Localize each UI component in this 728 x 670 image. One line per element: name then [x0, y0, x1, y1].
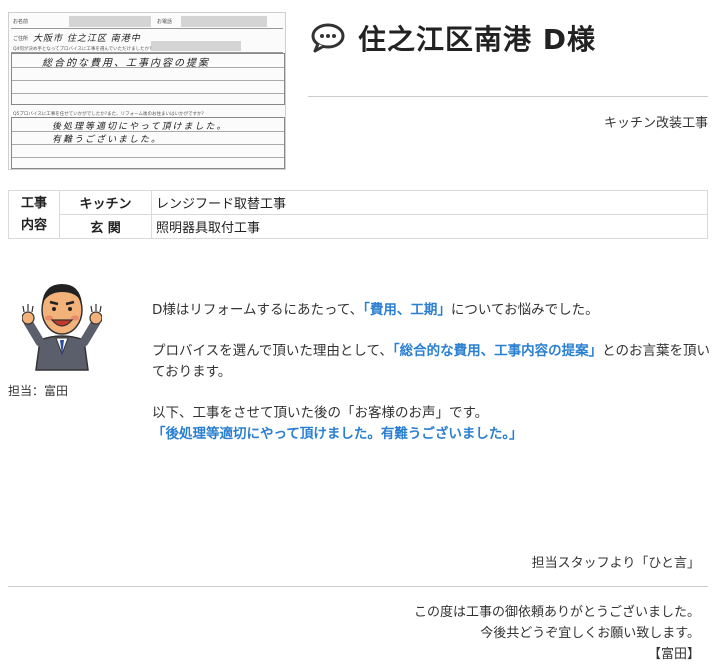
- redacted-name: [69, 16, 151, 27]
- survey-answer-1: 総合的な費用、工事内容の提案: [42, 58, 210, 69]
- work-area-cell: キッチン: [59, 190, 152, 215]
- page-title-area: 住之江区南港 D様: [310, 18, 596, 58]
- survey-answer-2-box: 後処理等適切にやって頂けました。 有難うございました。: [11, 117, 285, 169]
- speech-bubble-icon: [311, 23, 345, 53]
- survey-answer-2-line1: 後処理等適切にやって頂けました。: [52, 122, 228, 132]
- message-paragraph-2: プロバイスを選んで頂いた理由として、「総合的な費用、工事内容の提案」とのお言葉を…: [152, 341, 710, 383]
- survey-answer-1-box: 総合的な費用、工事内容の提案: [11, 53, 285, 105]
- survey-address-value: 大阪市 住之江区 南港中: [33, 34, 141, 44]
- message-highlight: 「後処理等適切にやって頂けました。有難うございました。」: [152, 426, 523, 442]
- message-paragraph-1: D様はリフォームするにあたって、「費用、工期」についてお悩みでした。: [152, 300, 710, 321]
- survey-name-label: お名前: [13, 19, 29, 25]
- staff-avatar: [22, 284, 102, 371]
- message-highlight: 「総合的な費用、工事内容の提案」: [392, 343, 603, 359]
- work-description-cell: 照明器具取付工事: [151, 214, 708, 239]
- header-line-1: 工事: [20, 195, 47, 211]
- footer-divider: [8, 586, 708, 587]
- work-content-table: 工事 内容 キッチン レンジフード取替工事 玄 関 照明器具取付工事: [8, 190, 708, 239]
- work-area-cell: 玄 関: [59, 214, 152, 239]
- survey-name-row: お名前 お電話: [11, 15, 283, 29]
- staff-name-label: 担当：富田: [8, 384, 69, 398]
- message-highlight: 「費用、工期」: [363, 302, 451, 318]
- title-divider: [308, 96, 708, 97]
- message-text: D様はリフォームするにあたって、: [152, 302, 364, 318]
- work-description-cell: レンジフード取替工事: [151, 190, 708, 215]
- staff-comment-label: 担当スタッフより「ひと言」: [531, 556, 700, 571]
- page-title: 住之江区南港 D様: [358, 23, 596, 56]
- message-text: 以下、工事をさせて頂いた後の「お客様のお声」です。: [152, 405, 489, 421]
- work-content-header: 工事 内容: [8, 190, 60, 239]
- survey-address-label: ご住所: [13, 36, 29, 42]
- message-body: D様はリフォームするにあたって、「費用、工期」についてお悩みでした。 プロバイス…: [152, 300, 710, 465]
- closing-line-2: 今後共どうぞ宜しくお願い致します。: [480, 626, 700, 641]
- survey-question-1: Q4何が決め手となってプロバイスに工事を選んでいただけましたか?: [13, 47, 152, 52]
- table-row: 玄 関 照明器具取付工事: [9, 214, 708, 239]
- message-text: についてお悩みでした。: [450, 302, 599, 318]
- message-text: プロバイスを選んで頂いた理由として、: [152, 343, 393, 359]
- work-type-label: キッチン改装工事: [603, 116, 708, 131]
- message-paragraph-3: 以下、工事をさせて頂いた後の「お客様のお声」です。 「後処理等適切にやって頂けま…: [152, 403, 710, 445]
- redacted-phone: [181, 16, 267, 27]
- header-line-2: 内容: [20, 217, 47, 233]
- survey-form-image: お名前 お電話 ご住所 大阪市 住之江区 南港中 Q4何が決め手となってプロバイ…: [8, 12, 286, 170]
- table-row: 工事 内容 キッチン レンジフード取替工事: [8, 190, 708, 239]
- closing-line-1: この度は工事の御依頼ありがとうございました。: [413, 605, 700, 620]
- redacted-address: [151, 41, 241, 51]
- closing-message: この度は工事の御依頼ありがとうございました。 今後共どうぞ宜しくお願い致します。…: [414, 602, 700, 665]
- survey-answer-2-line2: 有難うございました。: [52, 135, 163, 145]
- closing-signature: 【富田】: [647, 647, 700, 662]
- survey-phone-label: お電話: [157, 19, 173, 25]
